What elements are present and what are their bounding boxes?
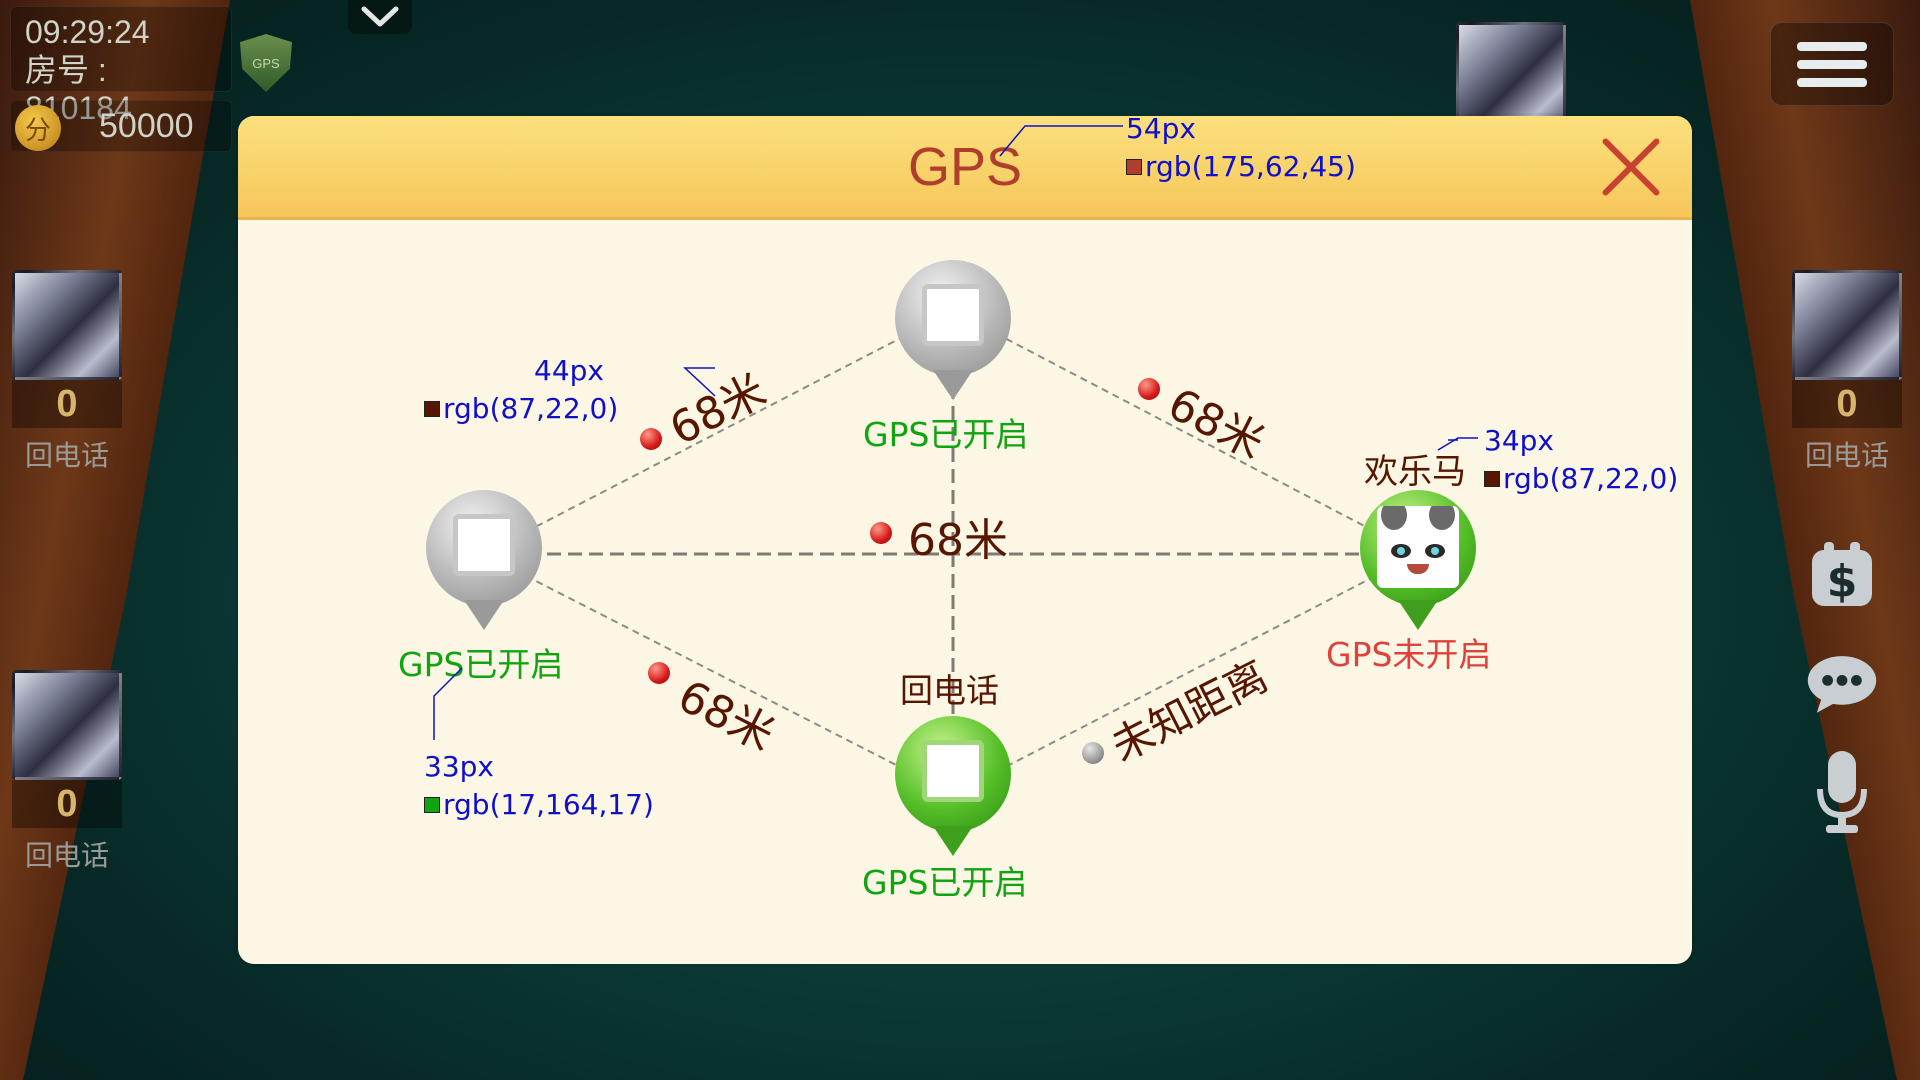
annotation-title-color: rgb(175,62,45) [1145, 150, 1356, 183]
annotation-title: 54px rgb(175,62,45) [1126, 110, 1356, 186]
annotation-status-color: rgb(17,164,17) [443, 788, 654, 821]
annotation-status: 33px rgb(17,164,17) [424, 748, 654, 824]
annotation-distance: 44px rgb(87,22,0) [424, 352, 618, 428]
annotation-leaders [433, 125, 1478, 740]
annotation-title-size: 54px [1126, 112, 1196, 145]
annotation-distance-color: rgb(87,22,0) [443, 392, 619, 425]
annotation-name-size: 34px [1484, 424, 1554, 457]
annotation-status-size: 33px [424, 750, 494, 783]
annotation-name: 34px rgb(87,22,0) [1484, 422, 1678, 498]
annotation-distance-size: 44px [534, 354, 604, 387]
annotation-name-color: rgb(87,22,0) [1503, 462, 1679, 495]
